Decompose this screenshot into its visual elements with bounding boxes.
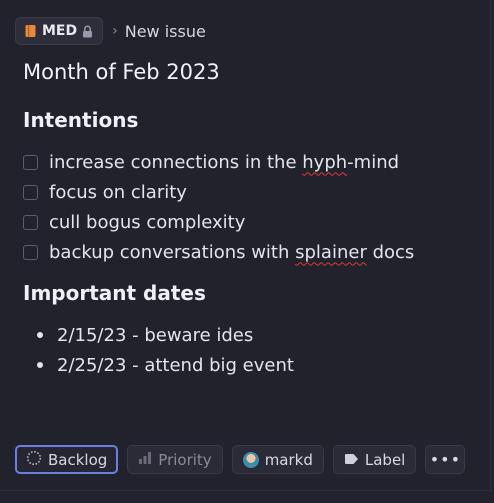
status-label: Backlog	[48, 450, 108, 469]
task-text[interactable]: backup conversations with splainer docs	[49, 242, 414, 263]
assignee-label: markd	[264, 450, 313, 469]
task-text[interactable]: focus on clarity	[49, 182, 187, 203]
task-item: backup conversations with splainer docs	[23, 237, 414, 267]
task-text[interactable]: increase connections in the hyph-mind	[49, 152, 399, 173]
avatar	[242, 451, 259, 468]
team-label: MED	[42, 23, 78, 39]
date-text: 2/25/23 - attend big event	[57, 354, 294, 376]
task-checkbox[interactable]	[23, 184, 38, 200]
backlog-icon	[26, 450, 42, 470]
misspelled-word: hyph	[302, 151, 348, 173]
task-checkbox[interactable]	[23, 154, 38, 170]
task-checkbox[interactable]	[23, 244, 38, 260]
bullet-icon	[37, 332, 43, 338]
task-text[interactable]: cull bogus complexity	[49, 212, 245, 233]
team-chip[interactable]: MED	[15, 17, 104, 45]
assignee-button[interactable]: markd	[231, 445, 324, 474]
dates-list: 2/15/23 - beware ides 2/25/23 - attend b…	[37, 320, 294, 380]
lock-icon	[82, 25, 93, 38]
intentions-heading: Intentions	[23, 108, 139, 132]
chevron-right-icon: ›	[112, 23, 118, 39]
issue-editor-panel: MED › New issue Month of Feb 2023 Intent…	[0, 0, 491, 491]
date-text: 2/15/23 - beware ides	[57, 324, 254, 346]
status-button[interactable]: Backlog	[15, 445, 119, 474]
task-checkbox[interactable]	[23, 214, 38, 230]
label-button[interactable]: Label	[332, 445, 417, 474]
task-item: cull bogus complexity	[23, 207, 414, 237]
issue-properties-toolbar: Backlog Priority markd Label •••	[15, 445, 466, 474]
breadcrumb: MED › New issue	[15, 17, 206, 45]
task-item: increase connections in the hyph-mind	[23, 147, 414, 177]
breadcrumb-current: New issue	[124, 21, 206, 41]
book-icon	[24, 24, 37, 38]
more-options-button[interactable]: •••	[425, 445, 466, 474]
list-item[interactable]: 2/15/23 - beware ides	[37, 320, 294, 350]
priority-bars-icon	[138, 451, 152, 469]
priority-button[interactable]: Priority	[127, 445, 223, 474]
bullet-icon	[37, 362, 43, 368]
list-item[interactable]: 2/25/23 - attend big event	[37, 350, 294, 380]
misspelled-word: splainer	[295, 241, 367, 263]
priority-label: Priority	[158, 450, 212, 469]
ellipsis-icon: •••	[429, 450, 461, 469]
tag-icon	[344, 451, 359, 469]
issue-title[interactable]: Month of Feb 2023	[23, 60, 220, 84]
label-button-text: Label	[364, 450, 406, 469]
task-checklist: increase connections in the hyph-mind fo…	[23, 147, 414, 267]
dates-heading: Important dates	[23, 281, 206, 305]
task-item: focus on clarity	[23, 177, 414, 207]
